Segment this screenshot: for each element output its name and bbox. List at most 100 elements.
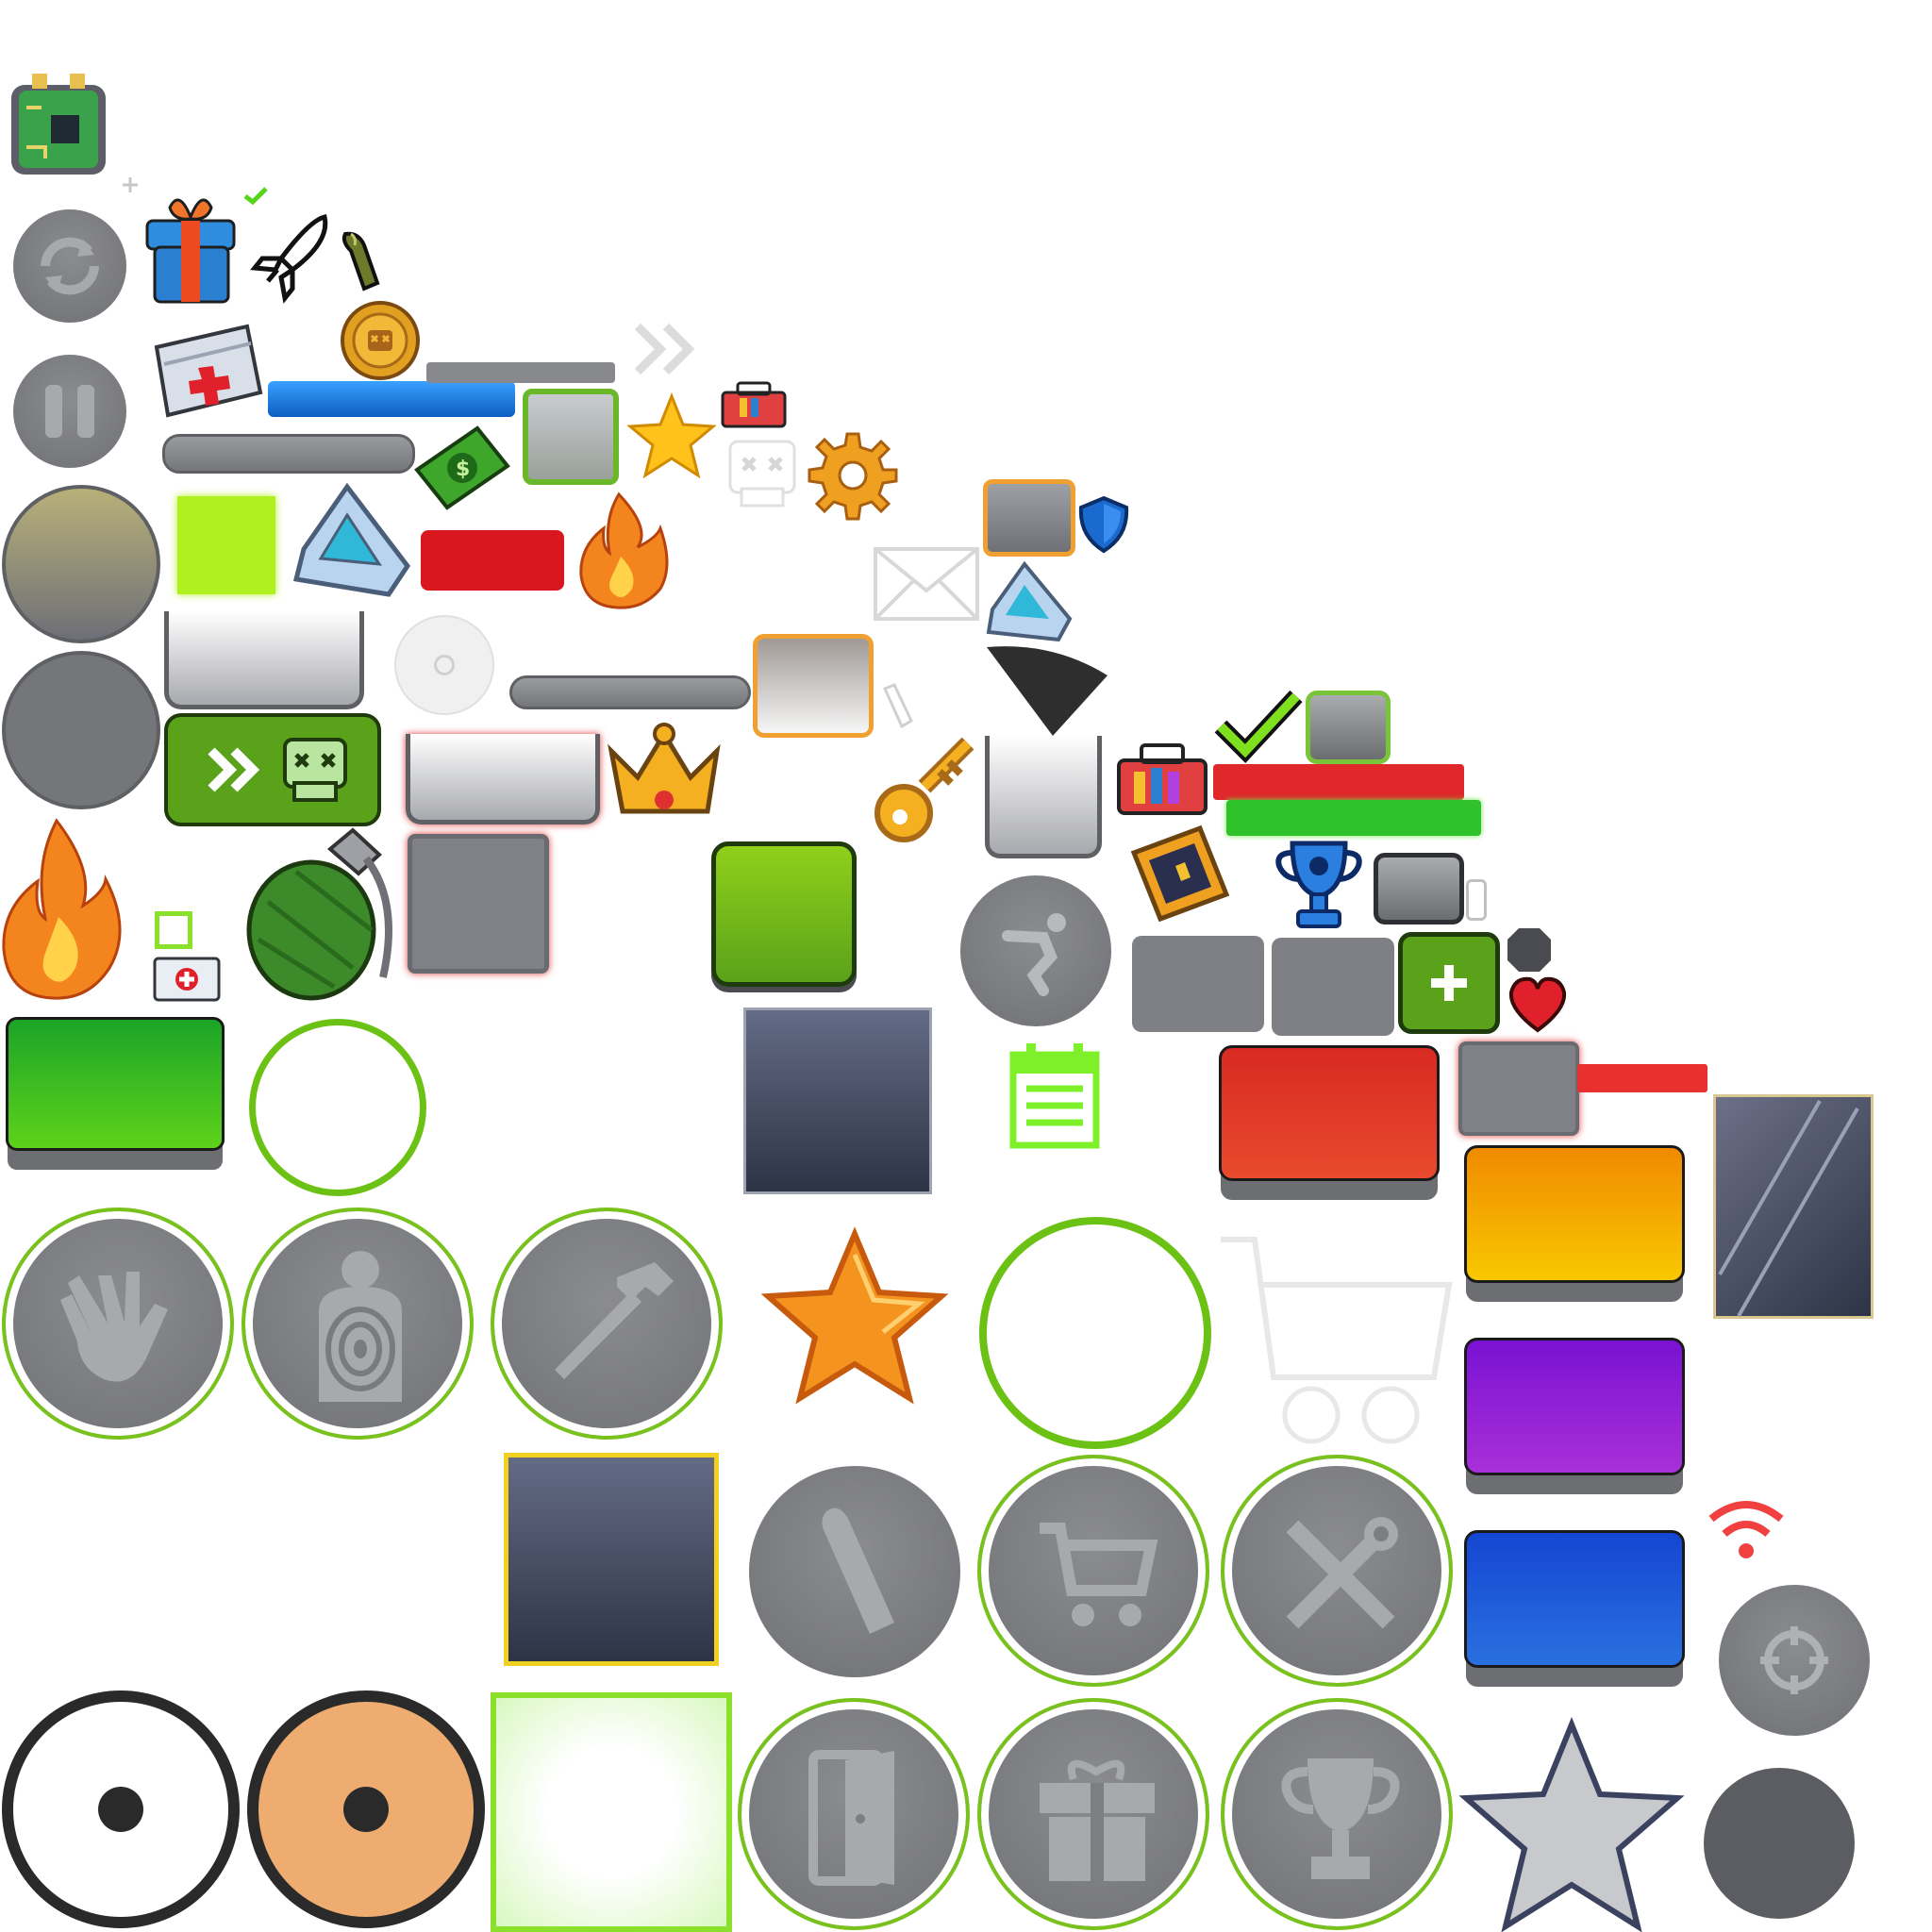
grey-progress-bar-top (426, 362, 615, 383)
hand-button[interactable] (2, 1208, 234, 1440)
ammo-icon (822, 1507, 894, 1634)
grey-square-2 (1272, 938, 1394, 1036)
tall-tray-panel (985, 736, 1102, 858)
crosshair-button[interactable] (1719, 1585, 1870, 1736)
key-icon (874, 737, 974, 842)
white-eye-circle (2, 1690, 240, 1928)
red-glow-grey-slot (1458, 1041, 1579, 1136)
shopping-cart-icon (1221, 1237, 1453, 1444)
add-button[interactable] (1398, 932, 1500, 1034)
heart-icon (1508, 976, 1567, 1033)
signal-wedge-icon (987, 646, 1108, 736)
svg-text:$: $ (456, 458, 470, 481)
grenade-icon (246, 827, 392, 1001)
shield-icon (1078, 495, 1129, 554)
olive-gradient-circle (2, 485, 160, 643)
green-action-bar[interactable] (164, 713, 381, 826)
toolbox-icon (1117, 743, 1208, 815)
skull-icon-green (283, 738, 347, 802)
gift-button[interactable] (977, 1698, 1209, 1930)
grey-slot-small (1374, 853, 1464, 924)
glass-panel (1713, 1094, 1874, 1319)
tools-button[interactable] (1221, 1455, 1453, 1687)
dark-grey-circle (1704, 1768, 1855, 1919)
green-button-square[interactable] (711, 841, 857, 987)
crown-icon (608, 723, 721, 814)
crosshair-icon (1760, 1626, 1828, 1694)
white-disc (394, 615, 494, 715)
ticket-icon (1130, 824, 1230, 923)
target-icon (319, 1251, 402, 1402)
grey-progress-bar-2 (509, 675, 751, 709)
star-icon (626, 391, 717, 479)
skull-icon (728, 440, 796, 508)
trophy-button[interactable] (1221, 1698, 1453, 1930)
fall-icon (1002, 913, 1066, 996)
gear-icon (808, 432, 898, 521)
diamond-gem-icon-small (986, 560, 1073, 642)
purple-panel (1464, 1338, 1685, 1475)
green-panel (6, 1017, 225, 1151)
exit-button[interactable] (738, 1698, 970, 1930)
red-glow-tray-panel (406, 734, 600, 824)
grey-circle (2, 651, 160, 809)
grey-progress-bar (162, 434, 415, 474)
green-frame-slot-small (1306, 691, 1391, 764)
ammo-button[interactable] (749, 1466, 960, 1677)
light-green-glow-square (491, 1692, 732, 1932)
diamond-gem-icon (292, 482, 411, 597)
target-button[interactable] (242, 1208, 474, 1440)
small-bullet-outline-icon (882, 683, 913, 729)
hammer-icon (555, 1262, 674, 1379)
pause-icon (45, 385, 94, 438)
hammer-button[interactable] (491, 1208, 723, 1440)
shop-button[interactable] (977, 1455, 1209, 1687)
present-icon (1040, 1759, 1155, 1881)
bullet-icon (341, 231, 380, 291)
toolbox-icon-small (721, 381, 787, 428)
exit-door-icon (808, 1750, 894, 1886)
medkit-icon (154, 324, 263, 418)
cup-icon (1281, 1758, 1400, 1879)
green-ring (249, 1019, 426, 1196)
green-ring-large (979, 1217, 1211, 1449)
red-pill-bar (421, 530, 564, 591)
orange-eye-circle (247, 1690, 485, 1928)
circuit-board-icon (11, 74, 106, 175)
wifi-icon (1708, 1501, 1784, 1558)
refresh-icon (41, 237, 99, 295)
fire-icon (579, 491, 669, 609)
blue-progress-bar (268, 381, 515, 417)
octagon-icon (1507, 928, 1551, 972)
cash-icon: $ (414, 425, 510, 510)
calendar-icon (1009, 1043, 1100, 1149)
coin-skull-icon (341, 301, 420, 380)
checkmark-icon (243, 187, 268, 206)
grey-tab (1466, 879, 1487, 921)
red-glow-square (408, 834, 549, 974)
trophy-icon (1275, 841, 1362, 928)
dark-slate-panel (743, 1008, 932, 1194)
blue-panel (1464, 1530, 1685, 1668)
hand-icon (60, 1272, 168, 1382)
red-bar-small (1577, 1064, 1707, 1092)
lime-square (177, 496, 275, 594)
refresh-button[interactable] (13, 209, 126, 323)
rocket-icon (250, 213, 328, 304)
fast-forward-icon-light (634, 323, 695, 375)
plus-icon (1431, 965, 1467, 1001)
grey-tray-panel (164, 611, 364, 709)
tools-icon (1286, 1517, 1398, 1629)
green-frame-slot (523, 389, 619, 485)
fall-button[interactable] (960, 875, 1111, 1026)
star-icon-large (760, 1226, 949, 1405)
gift-icon (145, 198, 236, 304)
fast-forward-icon (208, 747, 260, 792)
shop-icon (1040, 1523, 1158, 1626)
pause-button[interactable] (13, 355, 126, 468)
fire-icon-large (2, 818, 122, 1000)
dark-slate-panel-yellow (504, 1453, 719, 1666)
green-outline-square (155, 911, 192, 949)
envelope-icon (874, 547, 979, 621)
medkit-icon-small (153, 957, 221, 1002)
